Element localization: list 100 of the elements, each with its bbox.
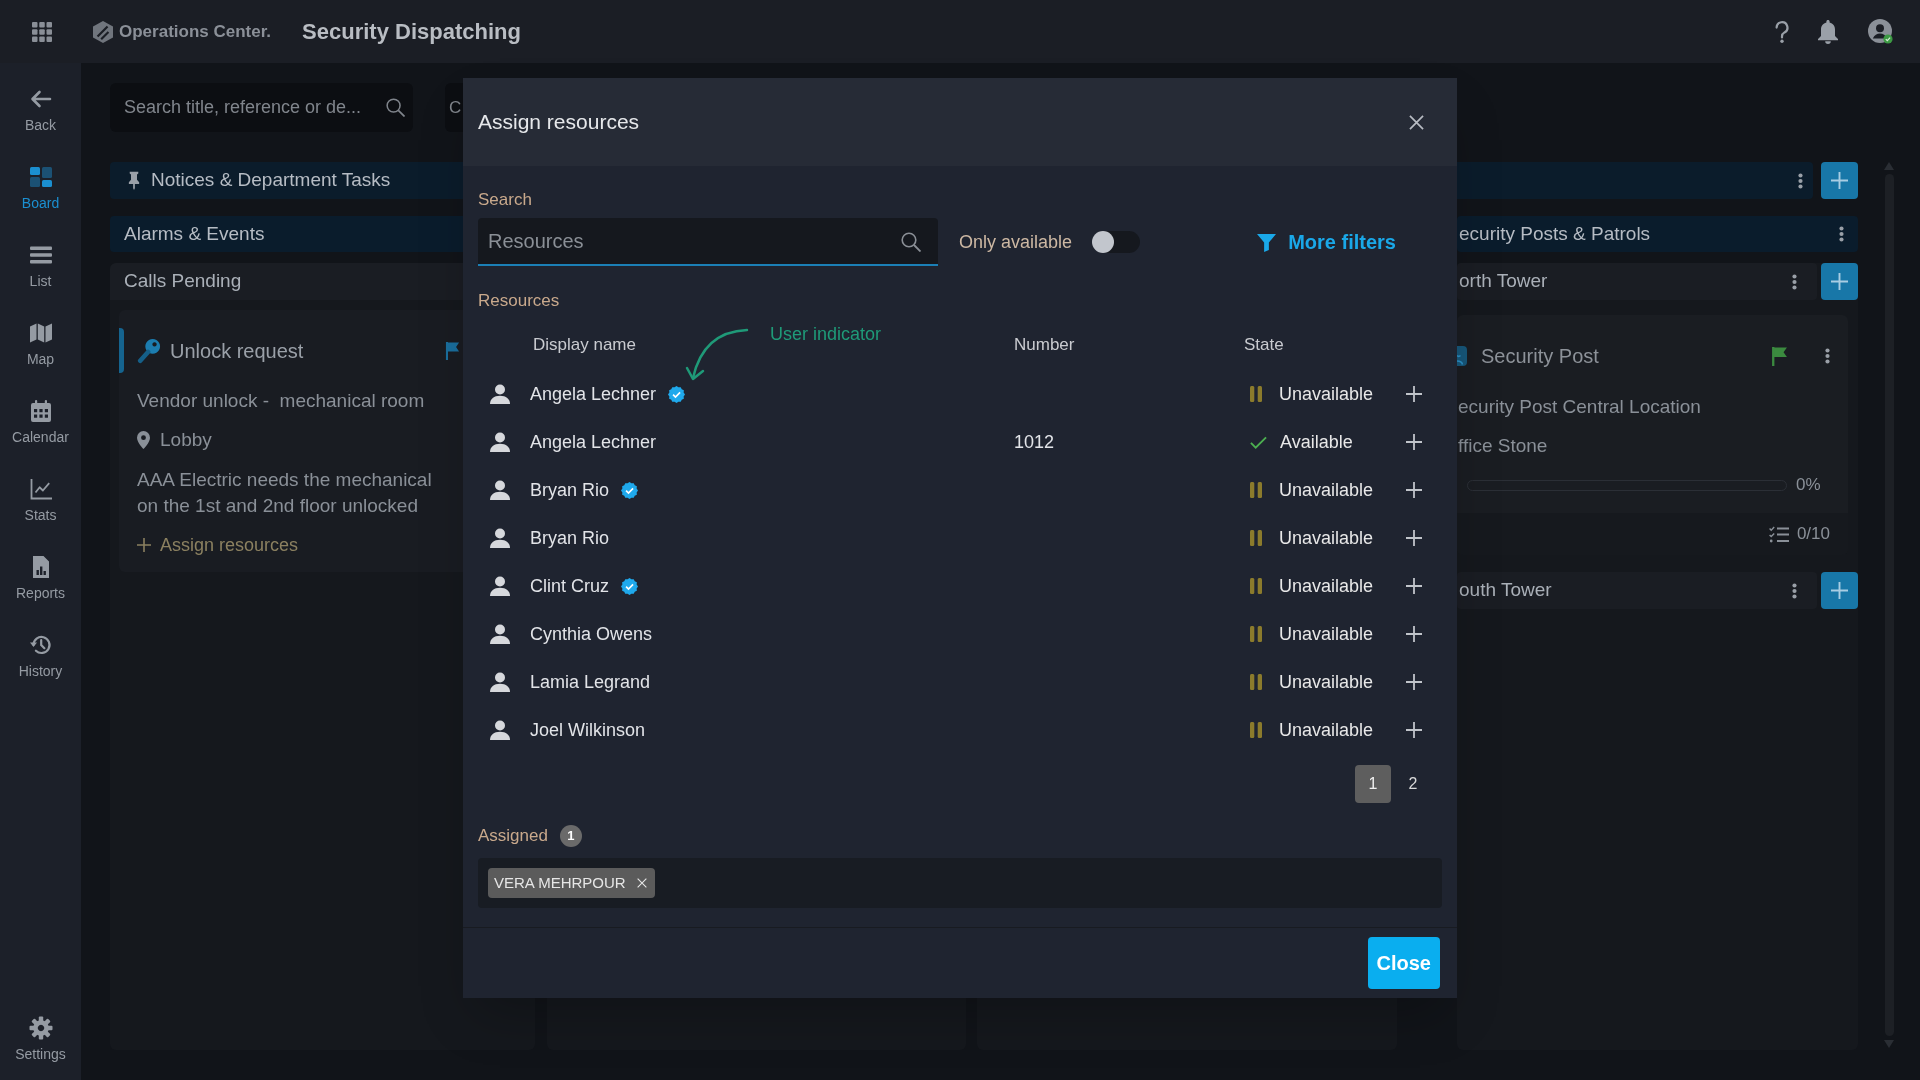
page-button[interactable]: 1 (1355, 765, 1391, 803)
settings-button[interactable]: Settings (0, 1000, 81, 1078)
person-icon (490, 576, 510, 596)
column-header: State (1244, 334, 1284, 357)
avatar-icon[interactable] (1868, 19, 1893, 44)
resource-name: Angela Lechner (530, 430, 657, 454)
more-options-icon[interactable] (1798, 172, 1803, 189)
card-location: ecurity Post Central Location (1458, 395, 1701, 419)
plus-icon (1831, 172, 1848, 189)
plus-icon[interactable] (1406, 674, 1422, 690)
dialog-title: Assign resources (478, 109, 640, 136)
sidebar-item[interactable]: Calendar (0, 383, 81, 461)
logo-icon (93, 20, 113, 43)
group-title: orth Tower (1459, 269, 1548, 294)
accent-bar (119, 328, 124, 373)
person-icon (490, 672, 510, 692)
resource-name: Cynthia Owens (530, 622, 653, 646)
description-text: AAA Electric needs the mechanical on the 1st and 2nd floor unlocked (137, 468, 432, 518)
plus-icon[interactable] (1406, 482, 1422, 498)
annotation-label: User indicator (770, 323, 882, 346)
resource-state: Unavailable (1279, 478, 1374, 502)
remove-icon[interactable] (636, 878, 647, 888)
more-filters-button[interactable]: More filters (1257, 227, 1396, 257)
flag-icon[interactable] (1771, 346, 1788, 366)
card-subtitle: Vendor unlock - mechanical room (137, 389, 425, 413)
location-text: Lobby (160, 427, 212, 452)
sidebar-item[interactable]: Reports (0, 539, 81, 617)
plus-icon (137, 538, 151, 552)
more-options-icon[interactable] (1839, 226, 1844, 242)
person-icon (490, 720, 510, 740)
add-button[interactable] (1821, 572, 1858, 609)
back-button[interactable]: Back (0, 71, 81, 149)
apps-grid-icon[interactable] (32, 21, 52, 42)
sidebar-item[interactable]: History (0, 617, 81, 695)
plus-icon[interactable] (1406, 578, 1422, 594)
group-title: outh Tower (1459, 578, 1552, 603)
toggle-switch[interactable] (1092, 231, 1141, 253)
search-field[interactable]: Resources (478, 218, 938, 266)
settings-icon (28, 1015, 53, 1040)
lane-title: ecurity Posts & Patrols (1459, 221, 1651, 246)
sidebar-item[interactable]: Map (0, 305, 81, 383)
tag-label: VERA MEHRPOUR (494, 872, 626, 893)
plus-icon (1831, 273, 1848, 290)
chart-icon (28, 476, 53, 501)
progress-value: 0% (1796, 474, 1821, 497)
plus-icon[interactable] (1406, 434, 1422, 450)
user-tile-icon (1457, 346, 1467, 366)
location-pin-icon (137, 431, 150, 449)
column-header: Number (1014, 334, 1075, 357)
more-options-icon[interactable] (1792, 273, 1797, 290)
filter-icon (1257, 232, 1277, 252)
bell-icon[interactable] (1817, 19, 1839, 44)
sidebar-item[interactable]: Stats (0, 461, 81, 539)
resource-state: Unavailable (1279, 670, 1374, 694)
card-title: Unlock request (170, 338, 304, 364)
search-field[interactable]: Search title, reference or de... (110, 83, 413, 132)
person-icon (490, 432, 510, 452)
resource-state: Unavailable (1279, 622, 1374, 646)
plus-icon[interactable] (1406, 626, 1422, 642)
more-options-icon[interactable] (1792, 582, 1797, 599)
sidebar-item[interactable]: List (0, 227, 81, 305)
plus-icon[interactable] (1406, 722, 1422, 738)
add-button[interactable] (1821, 162, 1858, 199)
resource-state: Unavailable (1279, 526, 1374, 550)
dashboard-icon (28, 164, 53, 189)
card-site: ffice Stone (1458, 434, 1548, 458)
pin-icon (128, 171, 140, 190)
person-icon (490, 384, 510, 404)
resource-state: Available (1280, 430, 1353, 454)
filter-field[interactable]: C (445, 83, 463, 132)
resource-name: Clint Cruz (530, 574, 609, 598)
resource-state: Unavailable (1279, 574, 1374, 598)
card-title: Security Post (1481, 344, 1599, 369)
person-icon (490, 624, 510, 644)
checklist-icon (1768, 525, 1789, 543)
resource-name: Bryan Rio (530, 478, 610, 502)
flag-icon[interactable] (445, 341, 460, 360)
count-badge: 1 (559, 825, 582, 847)
resource-name: Joel Wilkinson (530, 718, 646, 742)
field-label: Search (478, 190, 532, 210)
calendar-icon (28, 398, 53, 423)
person-icon (490, 480, 510, 500)
assigned-field[interactable]: VERA MEHRPOUR (478, 858, 1442, 908)
section-title: Notices & Department Tasks (151, 168, 391, 193)
page-button[interactable]: 2 (1405, 765, 1421, 803)
plus-icon[interactable] (1406, 530, 1422, 546)
add-button[interactable] (1821, 263, 1858, 300)
resource-name: Bryan Rio (530, 526, 610, 550)
column-header: Display name (532, 334, 636, 357)
field-label: Assigned (478, 825, 548, 848)
plus-icon (1831, 582, 1848, 599)
assign-resources-link[interactable]: Assign resources (137, 533, 299, 557)
resource-number: 1012 (1014, 430, 1055, 454)
plus-icon[interactable] (1406, 386, 1422, 402)
sidebar-item[interactable]: Board (0, 149, 81, 227)
app-name: Operations Center. (119, 20, 272, 43)
resource-state: Unavailable (1279, 718, 1374, 742)
more-options-icon[interactable] (1825, 348, 1830, 364)
help-icon[interactable] (1775, 20, 1789, 43)
close-icon[interactable] (1409, 114, 1424, 130)
